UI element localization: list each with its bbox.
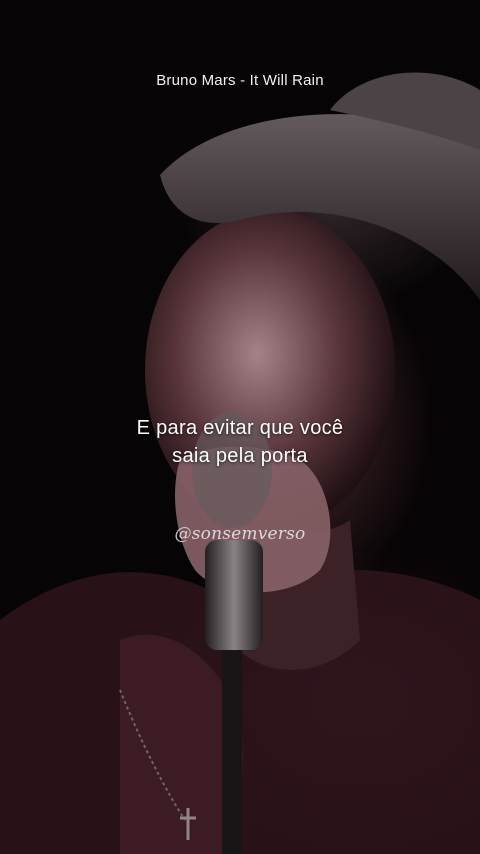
- lyrics-line-1: E para evitar que você: [136, 417, 344, 439]
- watermark-handle: @sonsemverso: [174, 524, 306, 544]
- video-frame: Bruno Mars - It Will Rain E para evitar …: [0, 0, 480, 854]
- lyrics-caption: E para evitar que você saia pela porta: [0, 414, 480, 470]
- lyrics-line-2: saia pela porta: [172, 445, 308, 467]
- song-title: Bruno Mars - It Will Rain: [156, 72, 324, 89]
